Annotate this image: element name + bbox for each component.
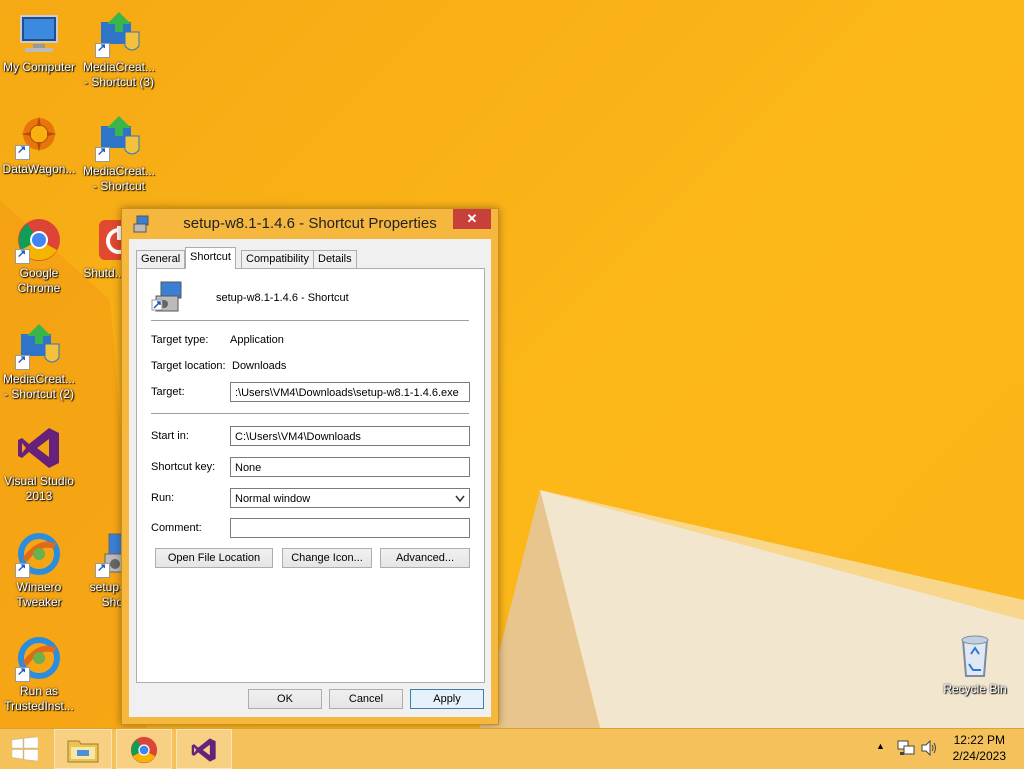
run-select-value: Normal window xyxy=(235,493,311,505)
taskbar: ▲ 12:22 PM 2/24/2023 xyxy=(0,728,1024,769)
target-location-label: Target location: xyxy=(151,360,226,372)
desktop-icon-visual-studio[interactable]: Visual Studio 2013 xyxy=(0,424,78,504)
cancel-button[interactable]: Cancel xyxy=(329,689,403,709)
desktop-icon-winaero-tweaker[interactable]: Winaero Tweaker xyxy=(0,530,78,610)
comment-label: Comment: xyxy=(151,522,202,534)
shortcut-properties-dialog: setup-w8.1-1.4.6 - Shortcut Properties ✕… xyxy=(121,208,499,725)
volume-icon[interactable] xyxy=(920,740,938,756)
ok-button[interactable]: OK xyxy=(248,689,322,709)
computer-icon xyxy=(20,15,58,52)
run-label: Run: xyxy=(151,492,175,504)
desktop-icon-label: Visual Studio 2013 xyxy=(4,474,74,503)
desktop-icon-mediacreation[interactable]: MediaCreat... - Shortcut xyxy=(80,114,158,194)
separator xyxy=(151,413,469,414)
desktop-icon-label: MediaCreat... - Shortcut (3) xyxy=(82,60,156,89)
dialog-titlebar[interactable]: setup-w8.1-1.4.6 - Shortcut Properties ✕ xyxy=(122,209,498,239)
desktop-icon-label: Winaero Tweaker xyxy=(16,580,62,609)
tab-general[interactable]: General xyxy=(136,250,186,268)
desktop-icon-datawagon[interactable]: DataWagon... xyxy=(0,112,78,177)
advanced-button[interactable]: Advanced... xyxy=(380,548,470,568)
windows-logo-icon xyxy=(12,737,38,761)
desktop-icon-mediacreation-2[interactable]: MediaCreat... - Shortcut (2) xyxy=(0,322,78,402)
taskbar-visual-studio[interactable] xyxy=(176,729,232,769)
shortcut-tab-panel: setup-w8.1-1.4.6 - Shortcut Target type:… xyxy=(136,268,485,683)
target-type-label: Target type: xyxy=(151,334,209,346)
folder-icon xyxy=(67,740,99,763)
close-button[interactable]: ✕ xyxy=(453,209,491,229)
visual-studio-icon xyxy=(18,428,59,468)
desktop-icon-label: MediaCreat... - Shortcut (2) xyxy=(2,372,76,401)
start-in-label: Start in: xyxy=(151,430,189,442)
network-icon[interactable] xyxy=(897,740,915,756)
taskbar-file-explorer[interactable] xyxy=(54,729,112,769)
desktop-icon-label: Google Chrome xyxy=(17,266,61,295)
desktop-icon-label: DataWagon... xyxy=(2,162,76,176)
apply-button[interactable]: Apply xyxy=(410,689,484,709)
change-icon-button[interactable]: Change Icon... xyxy=(282,548,372,568)
desktop-icon-my-computer[interactable]: My Computer xyxy=(0,10,78,75)
target-type-value: Application xyxy=(230,334,284,346)
desktop-icon-run-as-trustedinstaller[interactable]: Run as TrustedInst... xyxy=(0,634,78,714)
taskbar-chrome[interactable] xyxy=(116,729,172,769)
dialog-title: setup-w8.1-1.4.6 - Shortcut Properties xyxy=(183,215,437,232)
run-select[interactable]: Normal window xyxy=(230,488,470,508)
chevron-down-icon xyxy=(455,495,465,503)
shortcut-key-label: Shortcut key: xyxy=(151,461,216,473)
start-in-field[interactable]: C:\Users\VM4\Downloads xyxy=(230,426,470,446)
tab-shortcut[interactable]: Shortcut xyxy=(185,247,236,269)
recycle-bin-icon xyxy=(961,635,989,677)
show-hidden-icons-button[interactable]: ▲ xyxy=(876,741,885,751)
desktop-icon-label: My Computer xyxy=(2,60,76,74)
comment-field[interactable] xyxy=(230,518,470,538)
separator xyxy=(151,320,469,321)
start-button[interactable] xyxy=(0,729,50,769)
tab-details[interactable]: Details xyxy=(313,250,357,268)
clock-time: 12:22 PM xyxy=(953,733,1005,747)
tab-compatibility[interactable]: Compatibility xyxy=(241,250,314,268)
desktop-icon-label: Run as TrustedInst... xyxy=(4,684,74,713)
clock-date: 2/24/2023 xyxy=(952,749,1006,763)
clock[interactable]: 12:22 PM 2/24/2023 xyxy=(953,732,1006,764)
chrome-icon xyxy=(130,736,158,764)
desktop-icon-label: MediaCreat... - Shortcut xyxy=(82,164,156,193)
shortcut-key-field[interactable]: None xyxy=(230,457,470,477)
target-field[interactable]: :\Users\VM4\Downloads\setup-w8.1-1.4.6.e… xyxy=(230,382,470,402)
open-file-location-button[interactable]: Open File Location xyxy=(155,548,273,568)
shortcut-name: setup-w8.1-1.4.6 - Shortcut xyxy=(216,292,349,304)
target-location-value: Downloads xyxy=(232,360,287,372)
desktop-icon-google-chrome[interactable]: Google Chrome xyxy=(0,216,78,296)
setup-icon xyxy=(151,281,182,312)
desktop-icon-mediacreation-3[interactable]: MediaCreat... - Shortcut (3) xyxy=(80,10,158,90)
desktop-icon-label: Recycle Bin xyxy=(943,682,1007,696)
target-label: Target: xyxy=(151,386,185,398)
desktop-icon-recycle-bin[interactable]: Recycle Bin xyxy=(936,632,1014,697)
visual-studio-icon xyxy=(191,738,216,762)
dialog-client: General Shortcut Compatibility Details s… xyxy=(129,239,491,717)
